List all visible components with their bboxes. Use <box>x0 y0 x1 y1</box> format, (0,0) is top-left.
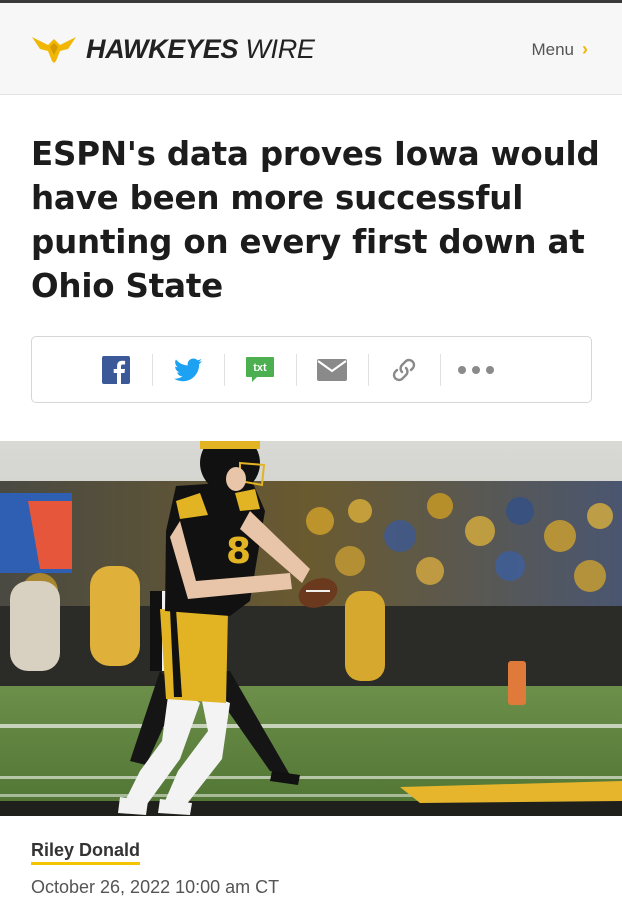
share-more-button[interactable] <box>440 352 512 388</box>
email-icon <box>317 358 347 381</box>
site-logo[interactable]: HAWKEYES WIRE <box>30 33 315 65</box>
jersey-number: 8 <box>226 531 251 572</box>
hawk-logo-icon <box>32 37 76 63</box>
article-headline: ESPN's data proves Iowa would have been … <box>31 135 600 305</box>
menu-button[interactable]: Menu › <box>531 39 588 60</box>
chevron-right-icon: › <box>582 39 588 59</box>
facebook-icon <box>102 355 130 384</box>
share-sms-button[interactable]: txt <box>224 352 296 388</box>
author-link[interactable]: Riley Donald <box>31 840 141 865</box>
brand-bold: HAWKEYES <box>86 33 239 64</box>
twitter-icon <box>174 357 202 381</box>
share-email-button[interactable] <box>296 352 368 388</box>
link-icon <box>392 358 416 381</box>
publish-date: October 26, 2022 10:00 am CT <box>31 877 280 897</box>
site-title: HAWKEYES WIRE <box>86 34 315 65</box>
menu-label: Menu <box>531 39 574 59</box>
share-twitter-button[interactable] <box>152 352 224 388</box>
football-punter-photo: 8 <box>0 441 622 816</box>
sms-icon: txt <box>246 356 274 382</box>
more-icon <box>458 365 494 374</box>
byline: Riley Donald <box>31 840 141 865</box>
share-link-button[interactable] <box>368 352 440 388</box>
share-facebook-button[interactable] <box>80 352 152 388</box>
brand-light: WIRE <box>245 33 315 64</box>
sms-icon-label: txt <box>253 362 267 374</box>
site-header: HAWKEYES WIRE Menu › <box>0 3 622 95</box>
hero-image: 8 <box>0 441 622 816</box>
share-bar: txt <box>31 336 592 403</box>
